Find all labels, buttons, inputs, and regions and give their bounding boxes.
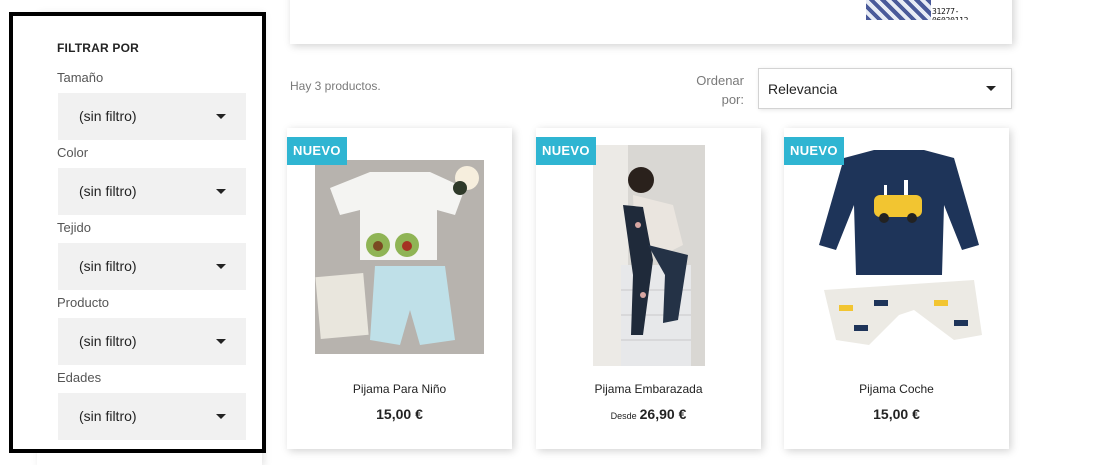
product-card[interactable]: NUEVO Pijama Para Niño 15,00 € (287, 128, 512, 449)
facet-label-tamano: Tamaño (57, 70, 104, 85)
new-badge: NUEVO (287, 137, 347, 165)
facet-select-value: (sin filtro) (79, 183, 137, 199)
banner-image-code: 31277-06020112 (932, 7, 968, 20)
facet-select-value: (sin filtro) (79, 108, 137, 124)
product-count: Hay 3 productos. (290, 79, 381, 93)
sort-label: Ordenar por: (696, 73, 744, 107)
new-badge: NUEVO (784, 137, 844, 165)
product-name[interactable]: Pijama Embarazada (536, 382, 761, 396)
product-price: 26,90 € (639, 406, 687, 422)
facet-select-tamano[interactable]: (sin filtro) (58, 93, 246, 140)
facet-label-producto: Producto (57, 295, 110, 310)
banner-image (866, 0, 931, 20)
banner-thumbnail[interactable]: 31277-06020112 (866, 0, 993, 20)
product-photo-pajama-avocado (315, 160, 484, 354)
price-row: Desde 26,90 € (536, 406, 761, 424)
facet-label-edades: Edades (57, 370, 102, 385)
facet-select-color[interactable]: (sin filtro) (58, 168, 246, 215)
product-price: 15,00 € (376, 406, 423, 422)
facet-select-tejido[interactable]: (sin filtro) (58, 243, 246, 290)
caret-down-icon (216, 339, 226, 344)
caret-down-icon (986, 86, 996, 91)
facet-select-value: (sin filtro) (79, 408, 137, 424)
product-image[interactable]: NUEVO (287, 128, 512, 366)
product-image[interactable]: NUEVO (784, 128, 1009, 366)
facet-select-value: (sin filtro) (79, 333, 137, 349)
product-listing-page: FILTRAR POR Tamaño (sin filtro) Color (s… (0, 0, 1107, 465)
product-card[interactable]: NUEVO Pijama Embarazada Desde 26,90 € (536, 128, 761, 449)
facet-select-edades[interactable]: (sin filtro) (58, 393, 246, 440)
caret-down-icon (216, 189, 226, 194)
product-price: 15,00 € (873, 406, 920, 422)
price-row: 15,00 € (287, 406, 512, 424)
caret-down-icon (216, 414, 226, 419)
price-row: 15,00 € (784, 406, 1009, 424)
product-photo-pajama-car (819, 150, 982, 345)
product-image[interactable]: NUEVO (536, 128, 761, 366)
facet-label-tejido: Tejido (57, 220, 91, 235)
product-name[interactable]: Pijama Coche (784, 382, 1009, 396)
facet-label-color: Color (57, 145, 89, 160)
facet-select-producto[interactable]: (sin filtro) (58, 318, 246, 365)
product-photo-pajama-maternity (593, 145, 705, 366)
sort-select-value: Relevancia (768, 81, 838, 97)
filter-title: FILTRAR POR (57, 41, 139, 55)
product-card[interactable]: NUEVO Pijama Coche 15,00 € (784, 128, 1009, 449)
product-name[interactable]: Pijama Para Niño (287, 382, 512, 396)
facet-select-value: (sin filtro) (79, 258, 137, 274)
new-badge: NUEVO (536, 137, 596, 165)
caret-down-icon (216, 114, 226, 119)
caret-down-icon (216, 264, 226, 269)
price-prefix: Desde (610, 411, 637, 421)
filter-panel: FILTRAR POR Tamaño (sin filtro) Color (s… (40, 16, 260, 448)
sort-select[interactable]: Relevancia (758, 68, 1012, 109)
